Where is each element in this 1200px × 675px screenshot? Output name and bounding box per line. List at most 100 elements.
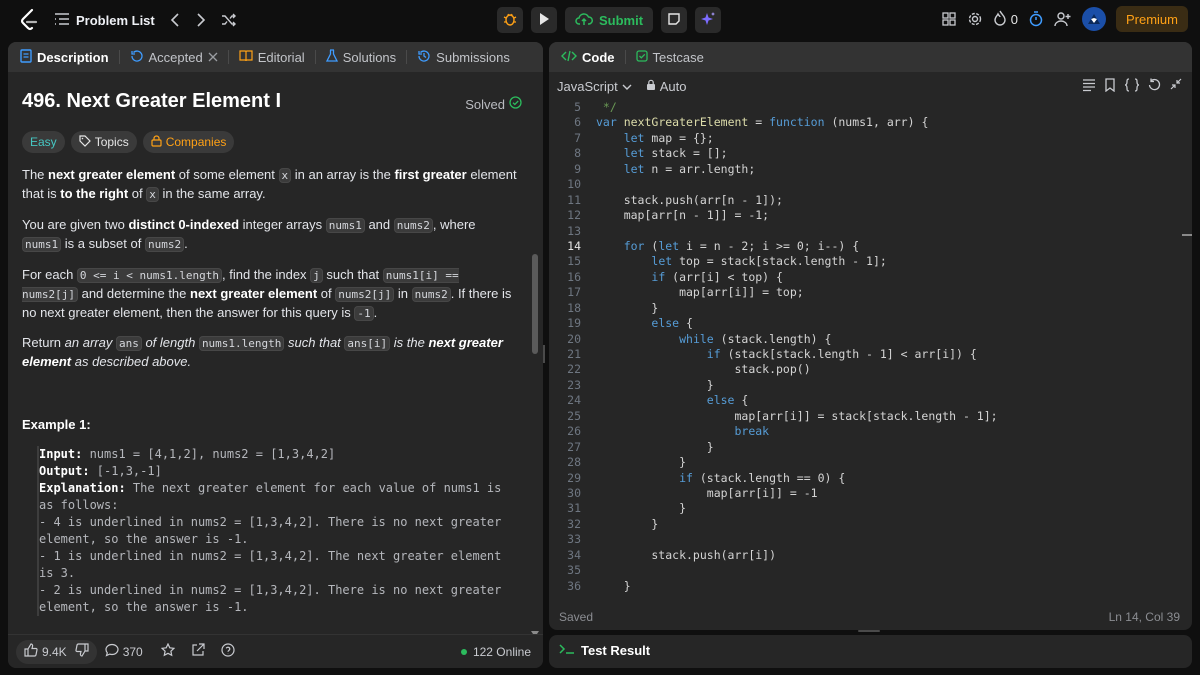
- tab-testcase[interactable]: Testcase: [635, 49, 704, 65]
- problem-list-label: Problem List: [76, 12, 155, 28]
- dislike-button[interactable]: [75, 643, 89, 660]
- collapse-icon[interactable]: [1170, 78, 1182, 95]
- code-line[interactable]: 18 }: [549, 301, 1192, 316]
- line-number: 32: [567, 516, 581, 531]
- panel-resize-handle-vertical[interactable]: [543, 345, 545, 363]
- like-button[interactable]: 9.4K: [24, 643, 67, 660]
- code-line[interactable]: 24 else {: [549, 393, 1192, 408]
- code-line[interactable]: 36 }: [549, 579, 1192, 594]
- help-icon[interactable]: [221, 643, 235, 660]
- code-line[interactable]: 5 */: [549, 100, 1192, 115]
- tab-solutions[interactable]: Solutions: [325, 48, 396, 66]
- tab-testcase-label: Testcase: [652, 49, 704, 65]
- star-icon[interactable]: [160, 642, 176, 660]
- layout-icon[interactable]: [941, 11, 957, 27]
- test-result-label: Test Result: [581, 643, 651, 658]
- code-line[interactable]: 16 if (arr[i] < top) {: [549, 270, 1192, 285]
- code-editor[interactable]: 5 */6 var nextGreaterElement = function (…: [549, 100, 1192, 605]
- tab-description[interactable]: Description: [20, 48, 109, 66]
- tab-code[interactable]: Code: [561, 50, 615, 65]
- code-line[interactable]: 25 map[arr[i]] = stack[stack.length - 1]…: [549, 409, 1192, 424]
- code-line[interactable]: 17 map[arr[i]] = top;: [549, 285, 1192, 300]
- line-number: 20: [567, 331, 581, 346]
- code-line[interactable]: 8 let stack = [];: [549, 146, 1192, 161]
- code-text: let map = {};: [623, 130, 714, 145]
- curly-braces-icon[interactable]: [1124, 78, 1140, 95]
- code-line[interactable]: 15 let top = stack[stack.length - 1];: [549, 254, 1192, 269]
- line-number: 17: [567, 285, 581, 300]
- tab-accepted[interactable]: Accepted: [130, 49, 218, 66]
- line-number: 22: [567, 362, 581, 377]
- streak-button[interactable]: 0: [993, 10, 1018, 29]
- auto-mode-toggle[interactable]: Auto: [646, 79, 686, 94]
- code-line[interactable]: 10: [549, 177, 1192, 192]
- bookmark-icon[interactable]: [1104, 78, 1116, 95]
- notes-button[interactable]: [661, 7, 688, 33]
- code-line[interactable]: 12 map[arr[n - 1]] = -1;: [549, 208, 1192, 223]
- prev-problem-icon[interactable]: [169, 13, 181, 27]
- close-icon[interactable]: [208, 50, 218, 65]
- code-line[interactable]: 33: [549, 532, 1192, 547]
- code-line[interactable]: 19 else {: [549, 316, 1192, 331]
- code-line[interactable]: 26 break: [549, 424, 1192, 439]
- premium-button[interactable]: Premium: [1115, 6, 1188, 32]
- scroll-down-icon[interactable]: [530, 626, 540, 637]
- description-scrollbar[interactable]: [532, 254, 538, 354]
- leetcode-logo-icon[interactable]: [18, 8, 40, 32]
- add-friend-icon[interactable]: [1054, 11, 1072, 27]
- topics-button[interactable]: Topics: [70, 131, 137, 153]
- code-line[interactable]: 14 for (let i = n - 2; i >= 0; i--) {: [549, 239, 1192, 254]
- code-line[interactable]: 34 stack.push(arr[i]): [549, 548, 1192, 563]
- code-line[interactable]: 22 stack.pop(): [549, 362, 1192, 377]
- line-number: 21: [567, 347, 581, 361]
- code-line[interactable]: 29 if (stack.length == 0) {: [549, 471, 1192, 486]
- history-icon: [130, 49, 144, 66]
- code-line[interactable]: 23 }: [549, 378, 1192, 393]
- code-line[interactable]: 31 }: [549, 501, 1192, 516]
- line-number: 6: [574, 115, 581, 130]
- line-number: 14: [567, 238, 581, 253]
- companies-button[interactable]: Companies: [142, 131, 235, 153]
- debug-button[interactable]: [497, 7, 523, 33]
- code-line[interactable]: 20 while (stack.length) {: [549, 332, 1192, 347]
- code-line[interactable]: 6 var nextGreaterElement = function (nums…: [549, 115, 1192, 130]
- code-line[interactable]: 27 }: [549, 440, 1192, 455]
- format-lines-icon[interactable]: [1082, 78, 1096, 95]
- panel-resize-handle[interactable]: [858, 630, 880, 632]
- code-line[interactable]: 30 map[arr[i]] = -1: [549, 486, 1192, 501]
- settings-gear-icon[interactable]: [967, 11, 983, 27]
- shuffle-icon[interactable]: [221, 13, 237, 27]
- next-problem-icon[interactable]: [195, 13, 207, 27]
- code-line[interactable]: 11 stack.push(arr[n - 1]);: [549, 193, 1192, 208]
- user-avatar[interactable]: [1081, 7, 1106, 31]
- code-line[interactable]: 35: [549, 563, 1192, 578]
- code-line[interactable]: 32 }: [549, 517, 1192, 532]
- code-text: }: [596, 578, 631, 593]
- line-number: 5: [574, 100, 581, 114]
- tab-editorial[interactable]: Editorial: [239, 49, 305, 66]
- language-select[interactable]: JavaScript: [557, 79, 632, 94]
- timer-icon[interactable]: [1028, 11, 1044, 27]
- tab-submissions[interactable]: Submissions: [417, 49, 510, 66]
- example-explanation: Explanation: The next greater element fo…: [39, 481, 502, 512]
- code-line[interactable]: 13: [549, 224, 1192, 239]
- solved-badge: Solved: [465, 96, 522, 112]
- problem-list-button[interactable]: Problem List: [54, 12, 155, 29]
- example-block: Input: nums1 = [4,1,2], nums2 = [1,3,4,2…: [37, 446, 517, 616]
- code-text: }: [596, 439, 714, 454]
- submit-button[interactable]: Submit: [565, 7, 654, 33]
- share-icon[interactable]: [191, 643, 205, 660]
- description-paragraph-3: For each 0 <= i < nums1.length, find the…: [22, 267, 512, 321]
- code-line[interactable]: 21 if (stack[stack.length - 1] < arr[i])…: [549, 347, 1192, 362]
- comments-button[interactable]: 370: [105, 643, 143, 660]
- ai-assistant-button[interactable]: [695, 7, 722, 33]
- tab-code-label: Code: [582, 49, 615, 65]
- line-number: 30: [567, 485, 581, 500]
- tab-test-result[interactable]: Test Result: [559, 643, 650, 658]
- run-button[interactable]: [531, 7, 557, 33]
- code-line[interactable]: 7 let map = {};: [549, 131, 1192, 146]
- example-input: Input: nums1 = [4,1,2], nums2 = [1,3,4,2…: [39, 447, 336, 461]
- code-line[interactable]: 28 }: [549, 455, 1192, 470]
- code-line[interactable]: 9 let n = arr.length;: [549, 162, 1192, 177]
- reset-icon[interactable]: [1148, 78, 1162, 95]
